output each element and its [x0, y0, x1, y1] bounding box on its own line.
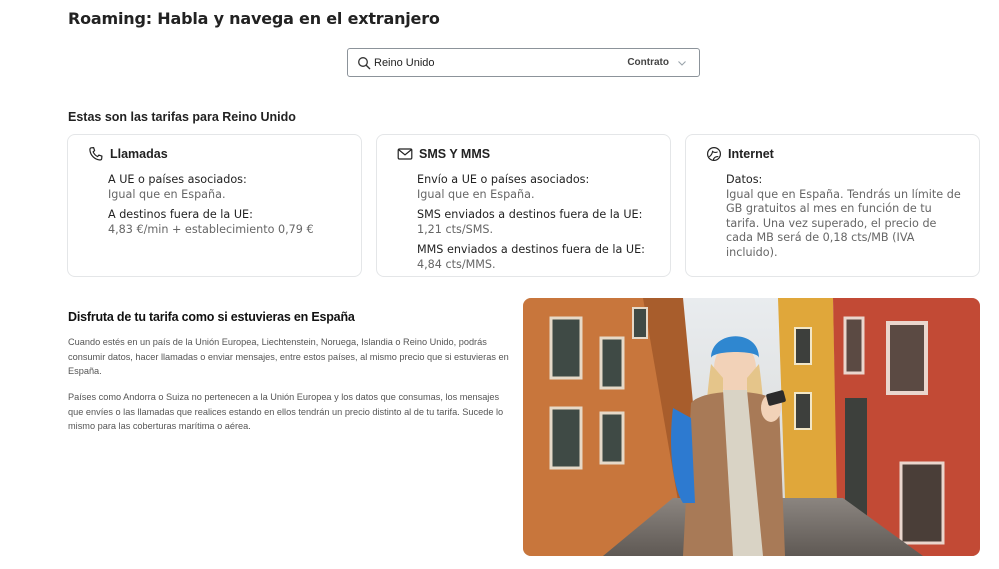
traveler-photo [523, 298, 980, 556]
calls-card-title: Llamadas [110, 147, 168, 161]
search-icon [358, 57, 371, 70]
rate-label: Envío a UE o países asociados: [417, 173, 590, 186]
promo-paragraph: Cuando estés en un país de la Unión Euro… [68, 337, 509, 376]
rate-row: Datos: Igual que en España. Tendrás un l… [726, 173, 965, 260]
promo-paragraph: Países como Andorra o Suiza no pertenece… [68, 392, 504, 431]
calls-card-body: A UE o países asociados: Igual que en Es… [108, 173, 347, 243]
internet-card-body: Datos: Igual que en España. Tendrás un l… [726, 173, 965, 266]
calls-card-header: Llamadas [88, 146, 168, 162]
phone-icon [89, 147, 103, 161]
sms-card-title: SMS Y MMS [419, 147, 491, 161]
rate-value: Igual que en España. Tendrás un límite d… [726, 187, 961, 259]
rate-row: Envío a UE o países asociados: Igual que… [417, 173, 656, 202]
rate-value: 1,21 cts/SMS. [417, 222, 494, 236]
rate-value: Igual que en España. [417, 187, 535, 201]
contract-type-value[interactable]: Contrato [627, 57, 669, 68]
internet-card-title: Internet [728, 147, 774, 161]
country-search-field[interactable]: Reino Unido Contrato [347, 48, 700, 77]
rate-value: 4,84 cts/MMS. [417, 257, 496, 271]
rate-value: 4,83 €/min + establecimiento 0,79 € [108, 222, 314, 236]
rate-label: SMS enviados a destinos fuera de la UE: [417, 208, 643, 221]
rates-section-title: Estas son las tarifas para Reino Unido [68, 110, 296, 124]
rate-row: SMS enviados a destinos fuera de la UE: … [417, 208, 656, 237]
chevron-down-icon[interactable] [677, 58, 687, 68]
rate-label: A UE o países asociados: [108, 173, 247, 186]
rate-label: A destinos fuera de la UE: [108, 208, 253, 221]
sms-card-header: SMS Y MMS [397, 146, 490, 162]
internet-rate-card: Internet Datos: Igual que en España. Ten… [685, 134, 980, 277]
rate-row: A destinos fuera de la UE: 4,83 €/min + … [108, 208, 347, 237]
rate-row: A UE o países asociados: Igual que en Es… [108, 173, 347, 202]
rate-label: MMS enviados a destinos fuera de la UE: [417, 243, 645, 256]
sms-mms-rate-card: SMS Y MMS Envío a UE o países asociados:… [376, 134, 671, 277]
traveler-photo-illustration [523, 298, 980, 556]
globe-icon [706, 146, 722, 162]
envelope-icon [397, 148, 413, 160]
calls-rate-card: Llamadas A UE o países asociados: Igual … [67, 134, 362, 277]
internet-card-header: Internet [706, 146, 774, 162]
country-search-value[interactable]: Reino Unido [374, 57, 435, 69]
contract-type-select[interactable]: Contrato [627, 57, 687, 68]
rate-label: Datos: [726, 173, 763, 186]
rate-value: Igual que en España. [108, 187, 226, 201]
promo-title: Disfruta de tu tarifa como si estuvieras… [68, 310, 355, 324]
sms-card-body: Envío a UE o países asociados: Igual que… [417, 173, 656, 278]
rate-row: MMS enviados a destinos fuera de la UE: … [417, 243, 656, 272]
page-title: Roaming: Habla y navega en el extranjero [68, 9, 440, 28]
